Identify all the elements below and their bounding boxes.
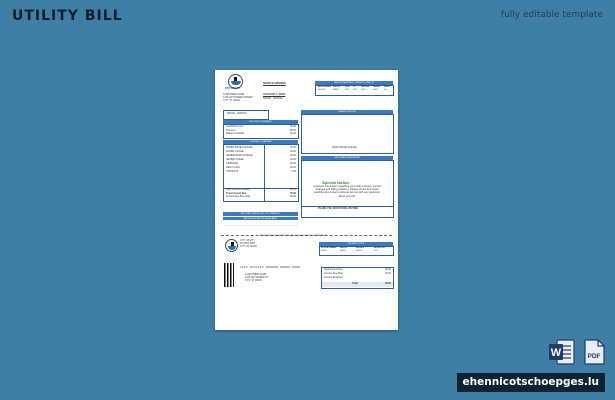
column-divider xyxy=(264,145,265,201)
pdf-document-icon[interactable]: PDF xyxy=(583,339,605,365)
stub-col: DUE DATE xyxy=(356,247,365,249)
charge-label: STATE TAX xyxy=(226,170,239,173)
stub-col: AMOUNT DUE xyxy=(374,247,385,249)
total-value: 00.00 xyxy=(290,195,296,198)
meter-cell: 00/00 xyxy=(353,90,357,91)
account-value: 000000 - 00/00/00 xyxy=(263,97,283,100)
barcode xyxy=(224,263,234,287)
word-document-icon[interactable]: W xyxy=(548,339,576,365)
stub-cell: 00.00 xyxy=(374,251,378,252)
account-box-value: 000000 - 00/00/00 xyxy=(227,112,247,115)
stub-col: ACCOUNT NUMBER xyxy=(321,247,337,249)
stub-table: ACCOUNT NUMBER SERVICE DUE DATE AMOUNT D… xyxy=(319,246,394,256)
charge-value: 0.00 xyxy=(291,170,296,173)
special-notice-text: Important information regarding your uti… xyxy=(312,185,382,198)
important-messages-box: Special Notice Important information reg… xyxy=(301,160,394,218)
account-summary-box: Last Bill Amount 00.00 Payment -00.00 Ba… xyxy=(223,124,299,139)
stub-col: SERVICE xyxy=(340,247,347,249)
usage-history-note: VIEW USAGE ONLINE xyxy=(332,146,357,149)
current-charges-box: WATER BASE CHARGE 00.00 WATER USAGE 00.0… xyxy=(223,144,299,202)
stub-note: PLEASE DETACH AND RETURN THIS PORTION WI… xyxy=(260,234,327,237)
meter-cell: 00000 xyxy=(361,90,366,91)
stub-summary-label: Amount Enclosed xyxy=(324,276,343,279)
site-badge[interactable]: ehennicotschoepges.lu xyxy=(456,373,605,392)
fine-print xyxy=(223,222,298,230)
usage-history-box: VIEW USAGE ONLINE xyxy=(301,114,394,154)
meter-table: METER NUMBER SERVICE FROM TO PREVIOUS PR… xyxy=(315,85,394,96)
page-title: UTILITY BILL xyxy=(12,8,123,24)
stub-total-row: Total 00.00 xyxy=(322,282,393,287)
stub-summary-box: Total Amount Due 00.00 Amount Due After … xyxy=(321,267,394,289)
meter-cell: 000 xyxy=(384,90,387,91)
meter-cell: 00/00 xyxy=(345,90,349,91)
page-subtitle: fully editable template xyxy=(500,10,603,20)
stub-summary-value: 00.00 xyxy=(385,272,391,275)
autopay-line-1: AUTOPAY: ENROLL AT CITY WEBSITE xyxy=(223,212,298,216)
pdf-icon-label: PDF xyxy=(588,353,601,360)
account-box: 000000 - 00/00/00 xyxy=(223,110,269,120)
customer-line-3: CITY, ST 00000 xyxy=(223,99,240,102)
autopay-line-2: PAPERLESS BILLING AVAILABLE xyxy=(223,216,298,220)
service-heading: SERVICE ADDRESS xyxy=(263,82,286,85)
meter-cell: WATER xyxy=(333,90,339,91)
bill-document: CITY UTILITY CUSTOMER NAME 1234 ANYWHERE… xyxy=(215,70,398,330)
message-footer: THANK YOU FOR PAYING ON TIME xyxy=(318,207,358,210)
meter-cell: 00000 xyxy=(373,90,378,91)
meter-cell: 00000000 xyxy=(318,90,326,91)
summary-label: Balance Forward xyxy=(226,132,245,135)
word-icon-label: W xyxy=(551,347,562,359)
recipient-line-3: CITY, ST 00000 xyxy=(245,279,262,282)
summary-value: 00.00 xyxy=(290,132,296,135)
stub-cell: 000000 xyxy=(321,251,327,252)
stub-address-3: CITY, ST 00000 xyxy=(240,245,257,248)
stub-cell: WATER xyxy=(340,251,346,252)
stub-total-label: Total xyxy=(352,282,358,285)
stub-logo xyxy=(225,239,238,252)
company-name: CITY UTILITY xyxy=(225,87,241,90)
stub-total-value: 00.00 xyxy=(385,282,391,285)
stub-cell: 00/00/00 xyxy=(356,251,363,252)
mail-code: CITY UTILITY 000000 00000 0000 xyxy=(240,265,301,269)
total-label: Amount Due After Date xyxy=(226,195,251,198)
